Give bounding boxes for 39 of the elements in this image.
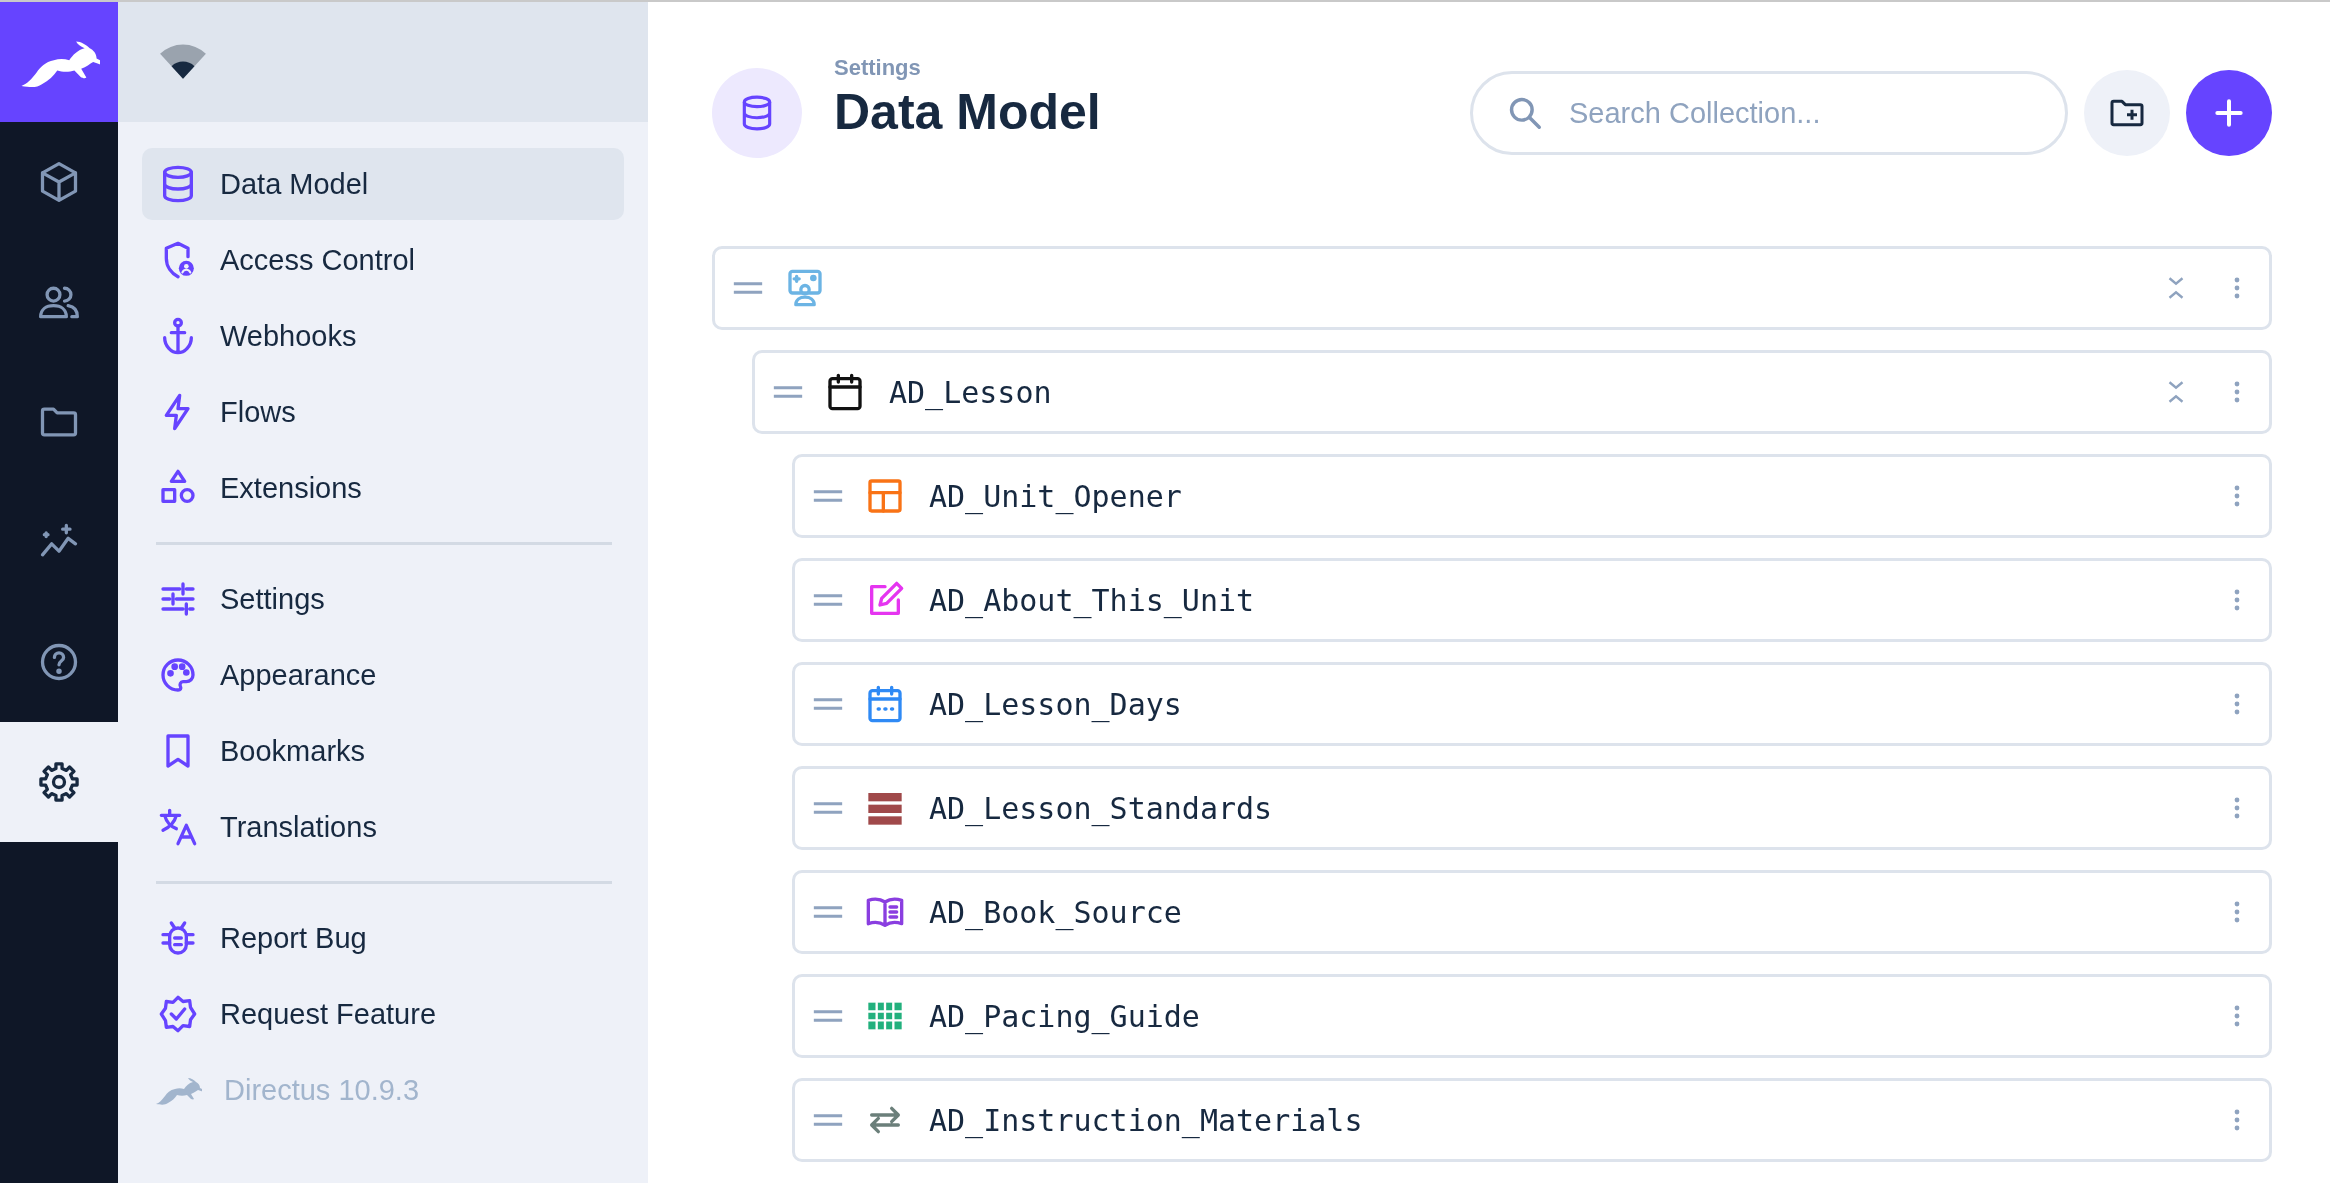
sidebar-item[interactable]: Settings (142, 563, 624, 635)
sidebar-item[interactable]: Bookmarks (142, 715, 624, 787)
badge-check-icon (158, 994, 198, 1034)
module-tab[interactable] (0, 722, 118, 842)
collection-name: AD_Lesson_Days (929, 686, 1182, 722)
bug-icon (158, 918, 198, 958)
collection-name: AD_Book_Source (929, 894, 1182, 930)
palette-icon (158, 655, 198, 695)
collection-row[interactable]: AD_Lesson_Days (792, 662, 2272, 746)
collection-name: AD_Lesson_Standards (929, 790, 1273, 826)
sidebar-item[interactable]: Appearance (142, 639, 624, 711)
collection-row[interactable]: AD_Pacing_Guide (792, 974, 2272, 1058)
translate-icon (158, 807, 198, 847)
collection-name: AD_Lesson (889, 374, 1052, 410)
collection-name: AD_About_This_Unit (929, 582, 1255, 618)
collection-row[interactable]: AD_Book_Source (792, 870, 2272, 954)
collection-name: AD_Instruction_Materials (929, 1102, 1363, 1138)
app-logo[interactable] (0, 2, 118, 122)
collection-name: AD_Unit_Opener (929, 478, 1182, 514)
sidebar-item[interactable]: Flows (142, 376, 624, 448)
collection-row[interactable] (712, 246, 2272, 330)
sidebar-item[interactable]: Report Bug (142, 902, 624, 974)
sidebar-item[interactable]: Access Control (142, 224, 624, 296)
page-title: Data Model (834, 83, 1101, 141)
sidebar-item[interactable]: Data Model (142, 148, 624, 220)
collection-name: AD_Pacing_Guide (929, 998, 1200, 1034)
collection-row[interactable]: AD_About_This_Unit (792, 558, 2272, 642)
collection-row[interactable]: AD_Unit_Opener (792, 454, 2272, 538)
version-text: Directus 10.9.3 (224, 1073, 420, 1107)
sidebar-item[interactable]: Request Feature (142, 978, 624, 1050)
sidebar-item[interactable]: Translations (142, 791, 624, 863)
collection-row[interactable]: AD_Instruction_Materials (792, 1078, 2272, 1162)
collection-row[interactable]: AD_Lesson_Standards (792, 766, 2272, 850)
sidebar-item[interactable]: Extensions (142, 452, 624, 524)
collection-row[interactable]: AD_Lesson (752, 350, 2272, 434)
sidebar-item[interactable]: Webhooks (142, 300, 624, 372)
signal-icon (158, 43, 208, 81)
settings-icon (37, 760, 81, 804)
search-field[interactable]: Search Collection... (1470, 71, 2068, 155)
